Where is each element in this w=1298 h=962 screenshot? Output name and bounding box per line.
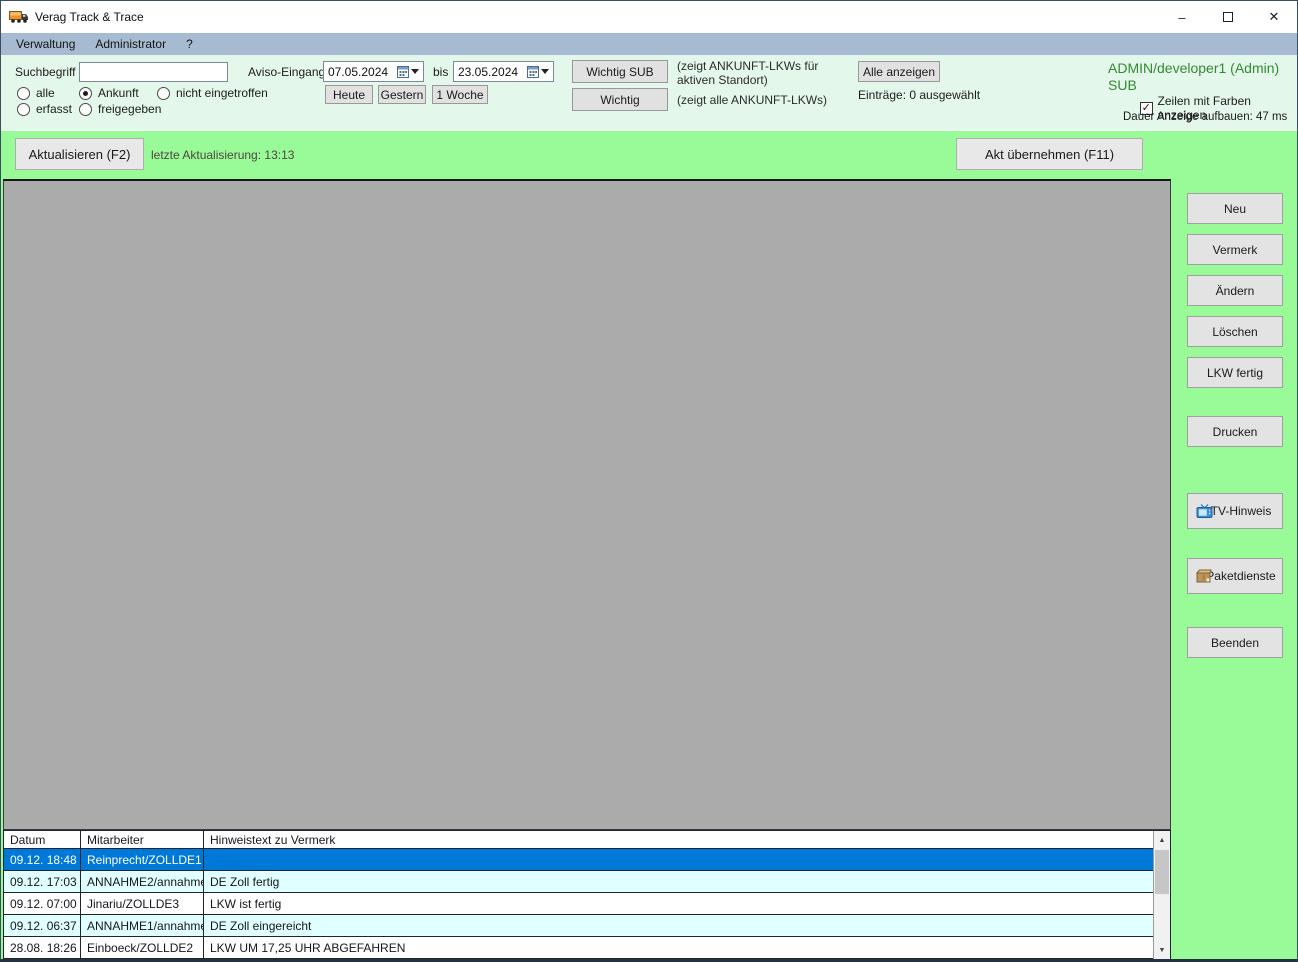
minimize-button[interactable]: – <box>1159 1 1205 33</box>
table-row[interactable]: 09.12. 06:37 ANNAHME1/annahme1 DE Zoll e… <box>4 915 1153 937</box>
column-header-mitarbeiter[interactable]: Mitarbeiter <box>81 831 204 848</box>
titlebar: Verag Track & Trace – ✕ <box>1 1 1297 33</box>
chevron-down-icon <box>411 69 419 74</box>
table-row[interactable]: 28.08. 18:26 Einboeck/ZOLLDE2 LKW UM 17,… <box>4 937 1153 959</box>
radio-alle[interactable]: alle <box>17 86 55 100</box>
search-input[interactable] <box>79 62 228 82</box>
calendar-icon <box>527 65 539 78</box>
aendern-button[interactable]: Ändern <box>1187 275 1283 306</box>
table-row-selected[interactable]: 09.12. 18:48 Reinprecht/ZOLLDE1 <box>4 849 1153 871</box>
table-row[interactable]: 09.12. 17:03 ANNAHME2/annahme2 DE Zoll f… <box>4 871 1153 893</box>
aviso-eingang-label: Aviso-Eingang <box>248 65 326 79</box>
date-to-picker[interactable]: 23.05.2024 <box>453 61 554 82</box>
menubar: Verwaltung Administrator ? <box>1 33 1297 55</box>
radio-nicht-eingetroffen[interactable]: nicht eingetroffen <box>157 86 268 100</box>
wichtig-sub-note: (zeigt ANKUNFT-LKWs für aktiven Standort… <box>677 59 819 87</box>
table-header-row: Datum Mitarbeiter Hinweistext zu Vermerk <box>4 831 1153 849</box>
column-header-hinweistext[interactable]: Hinweistext zu Vermerk <box>204 831 1153 848</box>
window-title: Verag Track & Trace <box>35 10 144 24</box>
radio-circle <box>79 102 92 116</box>
last-refresh-text: letzte Aktualisierung: 13:13 <box>151 148 295 162</box>
menu-verwaltung[interactable]: Verwaltung <box>6 33 85 55</box>
radio-circle <box>157 86 170 100</box>
wichtig-note: (zeigt alle ANKUNFT-LKWs) <box>677 93 828 107</box>
close-button[interactable]: ✕ <box>1251 1 1297 33</box>
akt-uebernehmen-button[interactable]: Akt übernehmen (F11) <box>956 138 1143 170</box>
lkw-fertig-button[interactable]: LKW fertig <box>1187 357 1283 388</box>
neu-button[interactable]: Neu <box>1187 193 1283 224</box>
arrow-down-icon[interactable]: ▼ <box>1154 942 1170 958</box>
main-grid-area[interactable] <box>3 179 1171 830</box>
radio-freigegeben[interactable]: freigegeben <box>79 102 161 116</box>
tv-icon <box>1196 504 1213 519</box>
radio-circle <box>17 86 30 100</box>
table-scrollbar[interactable]: ▲ ▼ <box>1153 831 1170 959</box>
paketdienste-button[interactable]: Paketdienste <box>1187 558 1283 594</box>
date-from-value: 07.05.2024 <box>328 64 389 79</box>
tv-hinweis-button[interactable]: TV-Hinweis <box>1187 493 1283 529</box>
chevron-down-icon <box>541 69 549 74</box>
radio-erfasst[interactable]: erfasst <box>17 102 72 116</box>
wichtig-sub-button[interactable]: Wichtig SUB <box>572 60 668 83</box>
calendar-icon <box>397 65 409 78</box>
maximize-icon <box>1223 12 1233 22</box>
vermerk-table: Datum Mitarbeiter Hinweistext zu Vermerk… <box>3 830 1171 959</box>
scrollbar-thumb[interactable] <box>1155 850 1169 894</box>
column-header-datum[interactable]: Datum <box>4 831 81 848</box>
arrow-up-icon[interactable]: ▲ <box>1154 832 1170 848</box>
truck-icon <box>9 10 29 24</box>
radio-ankunft[interactable]: Ankunft <box>79 86 139 100</box>
drucken-button[interactable]: Drucken <box>1187 416 1283 447</box>
date-from-picker[interactable]: 07.05.2024 <box>323 61 424 82</box>
filter-toolbar: Suchbegriff alle Ankunft nicht eingetrof… <box>1 55 1297 130</box>
radio-circle <box>17 102 30 116</box>
wichtig-button[interactable]: Wichtig <box>572 88 668 111</box>
aktualisieren-button[interactable]: Aktualisieren (F2) <box>15 138 144 170</box>
loeschen-button[interactable]: Löschen <box>1187 316 1283 347</box>
package-icon <box>1196 569 1212 583</box>
user-info-line2: SUB <box>1108 77 1137 93</box>
date-to-value: 23.05.2024 <box>458 64 519 79</box>
gestern-button[interactable]: Gestern <box>378 85 426 104</box>
action-band: Aktualisieren (F2) letzte Aktualisierung… <box>1 130 1297 179</box>
heute-button[interactable]: Heute <box>325 85 373 104</box>
duration-text: Dauer Anzeige aufbauen: 47 ms <box>1123 111 1288 123</box>
user-info-line1: ADMIN/developer1 (Admin) <box>1108 60 1280 76</box>
beenden-button[interactable]: Beenden <box>1187 627 1283 658</box>
table-row[interactable]: 09.12. 07:00 Jinariu/ZOLLDE3 LKW ist fer… <box>4 893 1153 915</box>
window-controls: – ✕ <box>1159 1 1297 33</box>
entries-status: Einträge: 0 ausgewählt <box>858 88 981 102</box>
table-grid: Datum Mitarbeiter Hinweistext zu Vermerk… <box>4 831 1153 959</box>
app-window: Verag Track & Trace – ✕ Verwaltung Admin… <box>0 0 1298 962</box>
eine-woche-button[interactable]: 1 Woche <box>432 85 488 104</box>
menu-administrator[interactable]: Administrator <box>85 33 176 55</box>
alle-anzeigen-button[interactable]: Alle anzeigen <box>858 61 940 82</box>
bis-label: bis <box>433 65 449 79</box>
radio-circle-selected <box>79 86 92 100</box>
vermerk-button[interactable]: Vermerk <box>1187 234 1283 265</box>
search-label: Suchbegriff <box>15 65 76 79</box>
menu-help[interactable]: ? <box>176 33 203 55</box>
maximize-button[interactable] <box>1205 1 1251 33</box>
